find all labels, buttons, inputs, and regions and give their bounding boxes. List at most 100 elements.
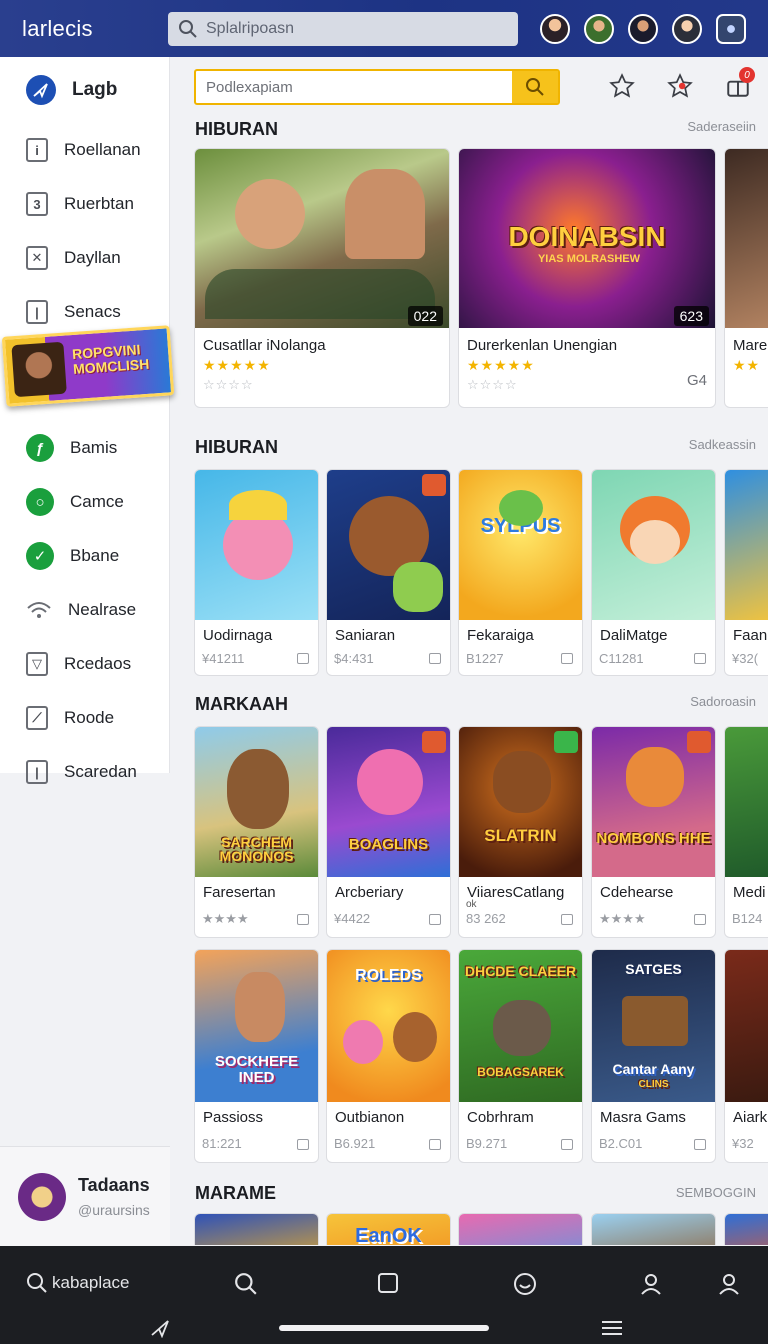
- promo-banner[interactable]: ROPGVINI MOMCLISH: [1, 325, 175, 407]
- bookmark-icon[interactable]: [694, 1139, 706, 1150]
- bookmark-icon[interactable]: [429, 1139, 441, 1150]
- content-search-placeholder: Podlexapiam: [206, 78, 293, 96]
- avatar[interactable]: [716, 13, 746, 44]
- game-card[interactable]: Aiark ¥32: [724, 949, 768, 1163]
- sidebar-item-label: Senacs: [64, 302, 121, 321]
- gift-icon[interactable]: 0: [723, 67, 755, 101]
- game-card[interactable]: Uodirnaga ¥41211: [194, 469, 319, 676]
- character-figure: [357, 749, 423, 815]
- notification-badge: 0: [739, 67, 755, 83]
- sidebar-item-camce[interactable]: ○ Camce: [0, 475, 169, 529]
- game-card[interactable]: [194, 1213, 319, 1245]
- game-card[interactable]: BOAGLINS Arcberiary ¥4422: [326, 726, 451, 938]
- sidebar-item-dayllan[interactable]: ✕ Dayllan: [0, 231, 169, 285]
- video-card[interactable]: DOINABSIN YIAS MOLRASHEW 623 Durerkenlan…: [458, 148, 716, 408]
- card-title: Mare: [733, 337, 768, 354]
- sidebar-item-scaredan[interactable]: | Scaredan: [0, 745, 169, 799]
- game-card[interactable]: [724, 1213, 768, 1245]
- game-card[interactable]: SLATRIN ViiaresCatlang ok 83 262: [458, 726, 583, 938]
- card-title: Cobrhram: [467, 1109, 534, 1126]
- info-box-icon: i: [26, 138, 48, 162]
- sidebar-item-bbane[interactable]: ✓ Bbane: [0, 529, 169, 583]
- send-icon[interactable]: [150, 1318, 170, 1343]
- avatar[interactable]: [672, 13, 702, 44]
- game-card[interactable]: Medi B124: [724, 726, 768, 938]
- new-tag-icon: [422, 474, 446, 496]
- sidebar-item-label: Nealrase: [68, 600, 137, 619]
- profile-card[interactable]: Tadaans @uraursins: [0, 1146, 170, 1246]
- sidebar-item-label: Ruerbtan: [64, 194, 134, 213]
- square-icon[interactable]: [377, 1272, 399, 1294]
- section-see-all-link[interactable]: Sadkeassin: [689, 437, 756, 452]
- section-see-all-link[interactable]: Sadoroasin: [690, 694, 756, 709]
- bottom-search-button[interactable]: kabaplace: [26, 1272, 130, 1294]
- sidebar-item-ruerbtan[interactable]: 3 Ruerbtan: [0, 177, 169, 231]
- thumbnail-title: Cantar Aany: [612, 1061, 695, 1077]
- card-meta: B9.271: [466, 1136, 508, 1151]
- avatar[interactable]: [540, 13, 570, 44]
- avatar[interactable]: [628, 13, 658, 44]
- bookmark-icon[interactable]: [694, 653, 706, 664]
- card-title: Cusatllar iNolanga: [203, 337, 326, 354]
- person-icon[interactable]: [639, 1272, 663, 1296]
- section-see-all-link[interactable]: SEMBOGGIN: [676, 1185, 756, 1200]
- bookmark-icon[interactable]: [561, 1139, 573, 1150]
- bookmark-icon[interactable]: [561, 653, 573, 664]
- bookmark-icon[interactable]: [297, 1139, 309, 1150]
- game-card[interactable]: SATGES Cantar Aany CLINS Masra Gams B2.C…: [591, 949, 716, 1163]
- sidebar-item-rcedaos[interactable]: ▽ Rcedaos: [0, 637, 169, 691]
- game-card[interactable]: DaliMatge C11281: [591, 469, 716, 676]
- bookmark-icon[interactable]: [429, 653, 441, 664]
- rating-stars: ★★: [733, 357, 761, 373]
- bookmark-icon[interactable]: [297, 914, 309, 925]
- top-search-input[interactable]: Splalripoasn: [168, 11, 518, 46]
- sidebar-item-nealrase[interactable]: Nealrase: [0, 583, 169, 637]
- game-card[interactable]: SYLPUS Fekaraiga B1227: [458, 469, 583, 676]
- bookmark-icon[interactable]: [429, 914, 441, 925]
- character-figure: [235, 972, 285, 1042]
- card-meta: B6.921: [334, 1136, 376, 1151]
- sidebar-item-roellanan[interactable]: i Roellanan: [0, 123, 169, 177]
- search-button[interactable]: [512, 71, 558, 103]
- card-title: Arcberiary: [335, 884, 404, 901]
- sidebar-item-roode[interactable]: ⟋ Roode: [0, 691, 169, 745]
- home-indicator[interactable]: [279, 1325, 489, 1331]
- avatar[interactable]: [584, 13, 614, 44]
- star-icon[interactable]: [607, 71, 637, 101]
- sidebar-header[interactable]: Lagb: [0, 57, 169, 123]
- search-icon: [526, 78, 544, 96]
- game-card[interactable]: NOMBONS HHE Cdehearse ★★★★: [591, 726, 716, 938]
- smile-icon[interactable]: [513, 1272, 537, 1296]
- game-card[interactable]: SARCHEM MONONOS Faresertan ★★★★: [194, 726, 319, 938]
- menu-icon[interactable]: [601, 1318, 623, 1343]
- character-figure: [235, 179, 305, 249]
- game-card[interactable]: [458, 1213, 583, 1245]
- favorite-star-icon[interactable]: [665, 71, 695, 101]
- bookmark-icon[interactable]: [561, 914, 573, 925]
- character-figure: [393, 1012, 437, 1062]
- character-face: [630, 520, 680, 564]
- game-card[interactable]: Faan ¥32(: [724, 469, 768, 676]
- game-card[interactable]: EanOK: [326, 1213, 451, 1245]
- bookmark-icon[interactable]: [694, 914, 706, 925]
- bookmark-icon[interactable]: [297, 653, 309, 664]
- game-card[interactable]: DHCDE CLAEER BOBAGSAREK Cobrhram B9.271: [458, 949, 583, 1163]
- card-thumbnail: EanOK: [327, 1214, 450, 1245]
- document-icon: |: [26, 300, 48, 324]
- video-card[interactable]: 022 Cusatllar iNolanga ★★★★★ ☆☆☆☆: [194, 148, 450, 408]
- profile-icon[interactable]: [717, 1272, 741, 1296]
- search-icon: [27, 1273, 47, 1293]
- card-subtext: ok: [466, 899, 477, 910]
- game-card[interactable]: ROLEDS Outbianon B6.921: [326, 949, 451, 1163]
- search-icon[interactable]: [234, 1272, 258, 1296]
- game-card[interactable]: SOCKHEFE INED Passioss 81:221: [194, 949, 319, 1163]
- section-see-all-link[interactable]: Saderaseiin: [687, 119, 756, 134]
- box-icon: |: [26, 760, 48, 784]
- new-tag-icon: [422, 731, 446, 753]
- character-figure: [227, 749, 289, 829]
- sidebar-item-bamis[interactable]: ƒ Bamis: [0, 421, 169, 475]
- video-card[interactable]: Mare ★★: [724, 148, 768, 408]
- content-search-input[interactable]: Podlexapiam: [194, 69, 560, 105]
- game-card[interactable]: Saniaran $4:431: [326, 469, 451, 676]
- game-card[interactable]: [591, 1213, 716, 1245]
